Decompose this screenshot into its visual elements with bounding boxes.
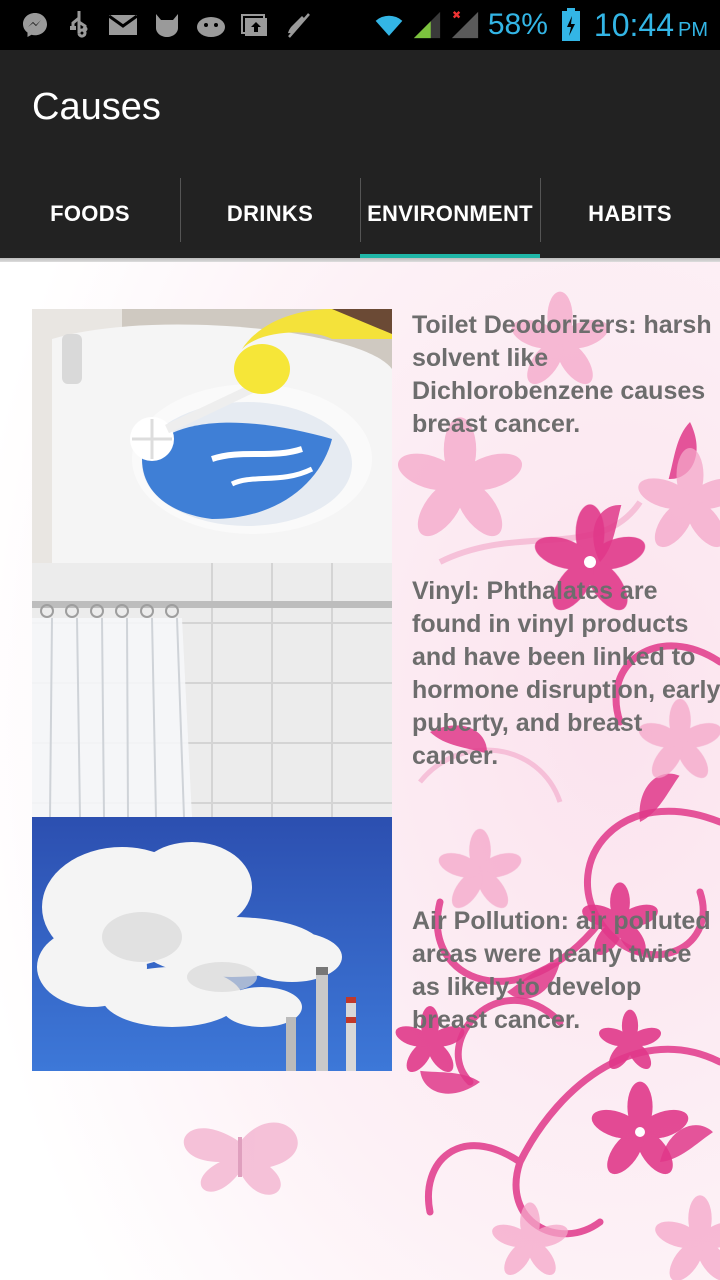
messenger-icon — [20, 10, 50, 40]
item-text: Toilet Deodorizers: harsh solvent like D… — [412, 311, 712, 438]
upload-icon — [240, 10, 270, 40]
clock-ampm: PM — [678, 18, 708, 41]
clock: 10:44 PM — [594, 7, 708, 44]
status-bar: 58% 10:44 PM — [0, 0, 720, 50]
action-bar: Causes — [0, 50, 720, 170]
tab-foods[interactable]: FOODS — [0, 170, 180, 258]
content-area: Toilet Deodorizers: harsh solvent like D… — [0, 262, 720, 1280]
mute-icon — [284, 10, 314, 40]
signal-icon — [412, 10, 442, 40]
android-icon — [196, 10, 226, 40]
factory-smoke-image — [32, 817, 392, 1071]
wifi-icon — [374, 10, 404, 40]
item-text: Air Pollution: air polluted areas were n… — [412, 907, 711, 1034]
toilet-cleaning-image — [32, 309, 392, 563]
tab-bar: FOODS DRINKS ENVIRONMENT HABITS — [0, 170, 720, 258]
tab-environment[interactable]: ENVIRONMENT — [360, 170, 540, 258]
signal-off-icon — [450, 10, 480, 40]
tab-drinks[interactable]: DRINKS — [180, 170, 360, 258]
item-text: Vinyl: Phthalates are found in vinyl pro… — [412, 577, 720, 770]
usb-icon — [64, 10, 94, 40]
app-title: Causes — [32, 86, 161, 128]
tab-habits[interactable]: HABITS — [540, 170, 720, 258]
vinyl-shower-curtain-image — [32, 563, 392, 817]
mail-icon — [108, 10, 138, 40]
clock-time: 10:44 — [593, 6, 674, 43]
cat-icon — [152, 10, 182, 40]
battery-percent: 58% — [487, 8, 548, 41]
battery-icon — [556, 8, 586, 41]
